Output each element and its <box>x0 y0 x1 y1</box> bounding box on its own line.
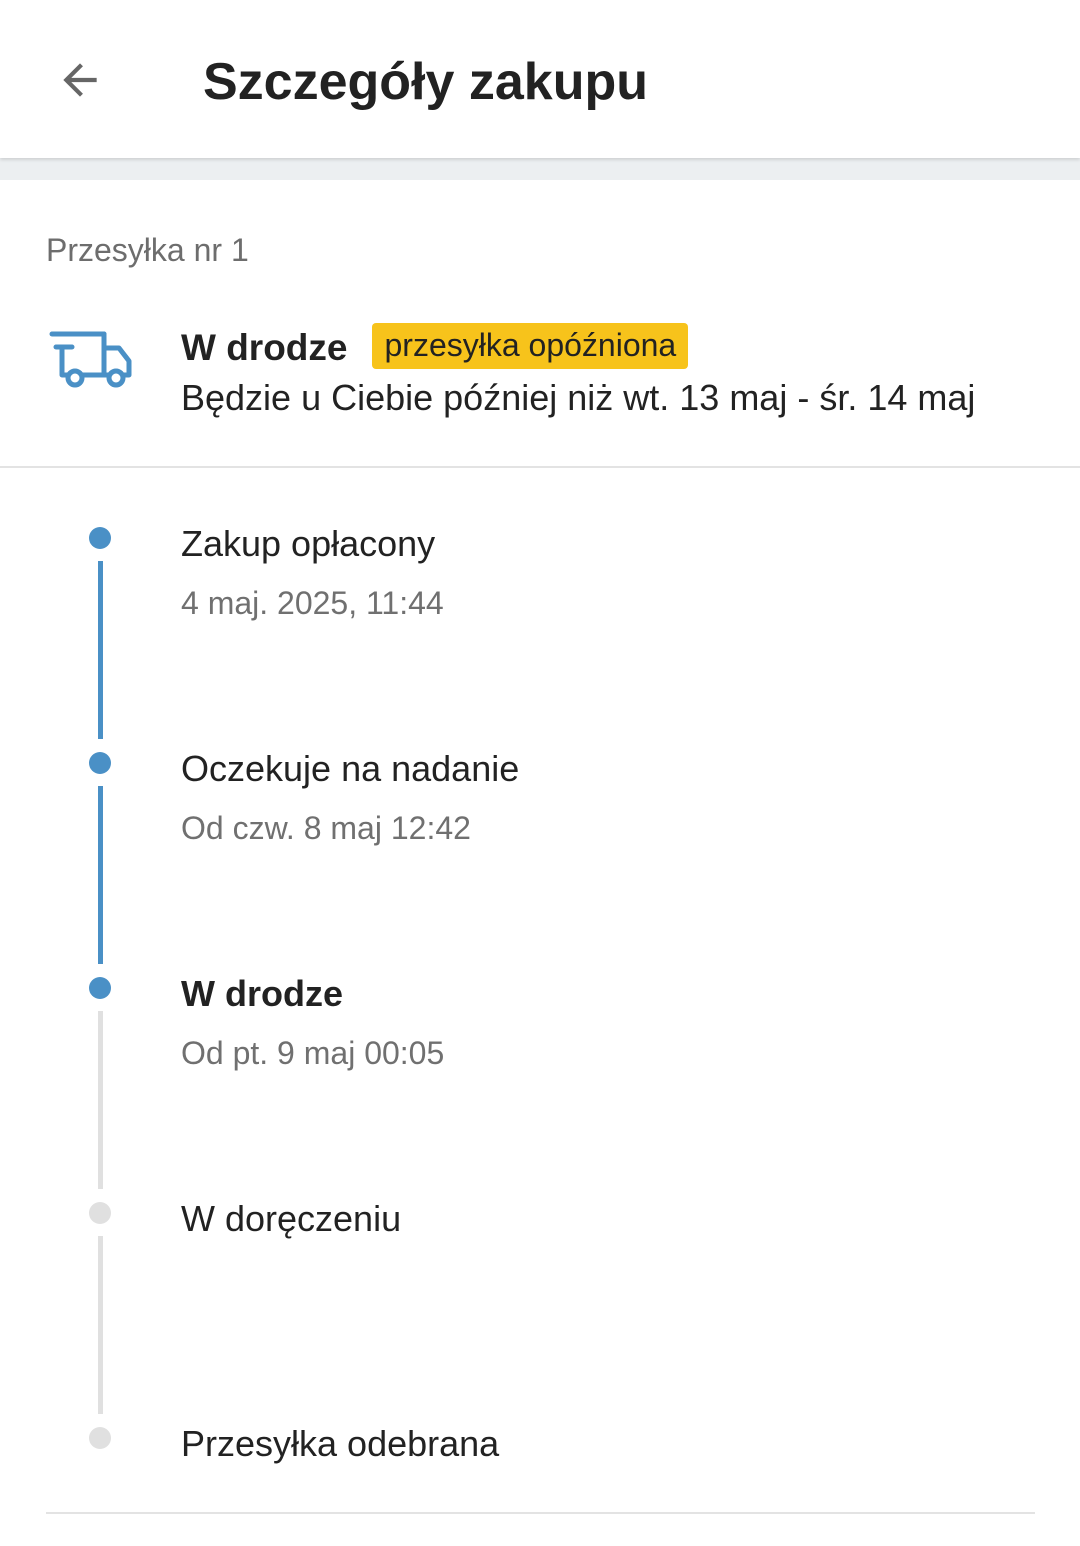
shipment-number-label: Przesyłka nr 1 <box>46 232 249 268</box>
delivery-estimate: Będzie u Ciebie później niż wt. 13 maj -… <box>181 377 976 418</box>
page-title: Szczegóły zakupu <box>203 53 648 111</box>
timeline-connector <box>98 1011 103 1189</box>
shipment-status-line: W drodze przesyłka opóźniona <box>181 318 689 374</box>
timeline-step-label: Zakup opłacony <box>181 523 436 564</box>
timeline-step-date: Od pt. 9 maj 00:05 <box>181 1035 445 1071</box>
timeline-step-date: 4 maj. 2025, 11:44 <box>181 585 444 621</box>
back-button[interactable] <box>40 40 120 120</box>
timeline-dot <box>89 752 111 774</box>
timeline-dot <box>89 1427 111 1449</box>
timeline-step-label-current: W drodze <box>181 973 343 1014</box>
timeline-step-label: W doręczeniu <box>181 1198 402 1239</box>
header-separator-band <box>0 158 1080 180</box>
divider <box>0 466 1080 468</box>
timeline-connector <box>98 561 103 739</box>
shipment-status: W drodze <box>181 327 348 368</box>
timeline-dot <box>89 1202 111 1224</box>
truck-icon <box>49 331 132 388</box>
timeline-connector <box>98 1236 103 1414</box>
timeline-dot <box>89 977 111 999</box>
timeline-step-label: Oczekuje na nadanie <box>181 748 520 789</box>
divider <box>46 1512 1035 1514</box>
app-header: Szczegóły zakupu <box>0 0 1080 158</box>
timeline-connector <box>98 786 103 964</box>
arrow-left-icon <box>63 63 97 97</box>
timeline-dot <box>89 527 111 549</box>
timeline-step-label: Przesyłka odebrana <box>181 1423 500 1464</box>
delay-badge: przesyłka opóźniona <box>372 323 689 369</box>
timeline-step-date: Od czw. 8 maj 12:42 <box>181 810 471 846</box>
